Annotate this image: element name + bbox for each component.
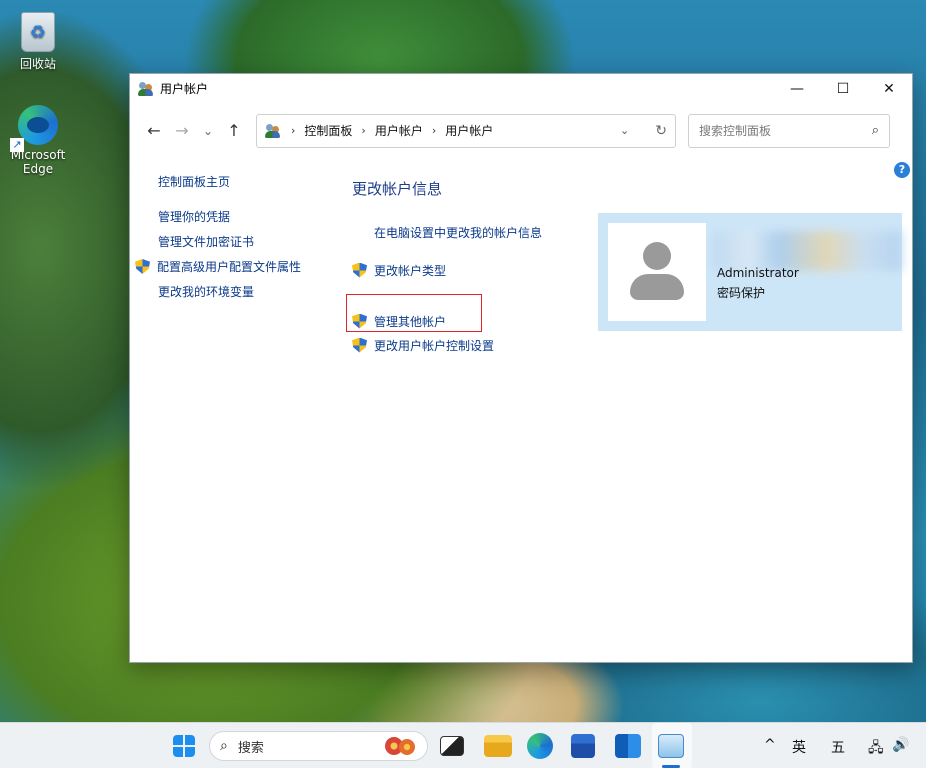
recycle-bin-icon: ♻: [21, 12, 55, 52]
breadcrumb-separator: ›: [291, 124, 296, 137]
help-button[interactable]: ?: [894, 162, 910, 178]
edge-icon: [18, 105, 58, 145]
maximize-button[interactable]: ☐: [820, 74, 866, 103]
taskview-icon[interactable]: [440, 736, 464, 756]
volume-icon[interactable]: 🔊: [892, 737, 909, 753]
store-icon[interactable]: [571, 734, 595, 758]
ime-language-indicator[interactable]: 英: [792, 737, 806, 757]
forward-button[interactable]: →: [168, 117, 196, 145]
network-icon[interactable]: 🖧: [868, 737, 884, 761]
ime-mode-indicator[interactable]: 五: [831, 737, 845, 757]
manage-credentials-link[interactable]: 管理你的凭据: [158, 209, 324, 234]
account-type: 密码保护: [717, 286, 766, 300]
page-heading: 更改帐户信息: [352, 180, 443, 198]
shield-icon: [352, 337, 367, 353]
recycle-bin-label: 回收站: [19, 57, 56, 71]
minimize-button[interactable]: —: [774, 74, 820, 103]
pc-settings-link[interactable]: 在电脑设置中更改我的帐户信息: [374, 224, 542, 241]
up-button[interactable]: ↑: [220, 117, 248, 145]
address-dropdown-button[interactable]: ⌄: [620, 124, 629, 137]
breadcrumb-control-panel[interactable]: 控制面板: [304, 122, 352, 139]
back-button[interactable]: ←: [140, 117, 168, 145]
manage-encryption-certs-link[interactable]: 管理文件加密证书: [158, 234, 324, 259]
breadcrumb-separator[interactable]: ›: [361, 124, 365, 137]
edge-icon[interactable]: [527, 733, 553, 759]
main-content: 更改帐户信息 在电脑设置中更改我的帐户信息 更改帐户类型 管理其他帐户 更改用户…: [346, 178, 592, 354]
file-explorer-icon[interactable]: [484, 735, 512, 757]
shortcut-arrow-icon: ↗: [10, 138, 24, 152]
close-button[interactable]: ✕: [866, 74, 912, 103]
advanced-profile-properties-link[interactable]: 配置高级用户配置文件属性: [135, 259, 301, 284]
left-pane: 控制面板主页 管理你的凭据 管理文件加密证书 配置高级用户配置文件属性 更改我的…: [135, 174, 324, 309]
search-icon: ⌕: [220, 738, 228, 754]
search-highlight-icon: [383, 735, 417, 757]
show-hidden-icons-button[interactable]: ^: [764, 737, 776, 753]
title-bar[interactable]: 用户帐户 — ☐ ✕: [130, 74, 912, 103]
outlook-icon[interactable]: [615, 734, 641, 758]
taskbar-search-label: 搜索: [237, 740, 264, 756]
user-avatar-icon: [630, 242, 684, 302]
avatar[interactable]: [608, 223, 706, 321]
search-input[interactable]: [699, 123, 872, 138]
breadcrumb-separator[interactable]: ›: [432, 124, 436, 137]
highlight-box: [346, 294, 482, 332]
search-box[interactable]: ⌕: [688, 113, 890, 148]
account-card: Administrator 密码保护: [598, 213, 902, 331]
uac-settings-link[interactable]: 更改用户帐户控制设置: [374, 337, 494, 354]
breadcrumb-user-accounts[interactable]: 用户帐户: [375, 122, 423, 139]
taskbar: ⌕ 搜索 ^ 英 五 🖧 🔊: [0, 722, 926, 768]
blurred-background: [712, 231, 902, 271]
user-accounts-window: 用户帐户 — ☐ ✕ ← → ⌄ ↑ › 控制面板 › 用户帐户 › 用户帐户 …: [129, 73, 913, 663]
shield-icon: [352, 262, 367, 278]
advanced-profile-properties-label: 配置高级用户配置文件属性: [157, 260, 302, 274]
user-accounts-icon: [138, 81, 154, 97]
user-accounts-icon: [265, 123, 281, 139]
refresh-button[interactable]: ↻: [655, 123, 667, 139]
environment-variables-link[interactable]: 更改我的环境变量: [158, 284, 324, 309]
start-icon[interactable]: [173, 735, 195, 757]
recent-locations-button[interactable]: ⌄: [196, 117, 220, 145]
control-panel-icon[interactable]: [658, 734, 684, 758]
breadcrumb-user-accounts-current[interactable]: 用户帐户: [445, 122, 493, 139]
control-panel-home-link[interactable]: 控制面板主页: [158, 174, 324, 199]
window-title: 用户帐户: [160, 82, 209, 96]
taskbar-search[interactable]: ⌕ 搜索: [209, 731, 428, 761]
desktop-recycle-bin[interactable]: ♻ 回收站: [0, 12, 76, 72]
search-icon[interactable]: ⌕: [872, 123, 879, 138]
navigation-bar: ← → ⌄ ↑ › 控制面板 › 用户帐户 › 用户帐户 ⌄ ↻ ⌕: [130, 103, 912, 158]
shield-icon: [135, 259, 150, 274]
address-bar[interactable]: › 控制面板 › 用户帐户 › 用户帐户 ⌄ ↻: [256, 113, 676, 148]
change-account-type-link[interactable]: 更改帐户类型: [374, 262, 446, 279]
account-name: Administrator: [717, 266, 799, 280]
edge-label: Microsoft Edge: [10, 148, 66, 176]
